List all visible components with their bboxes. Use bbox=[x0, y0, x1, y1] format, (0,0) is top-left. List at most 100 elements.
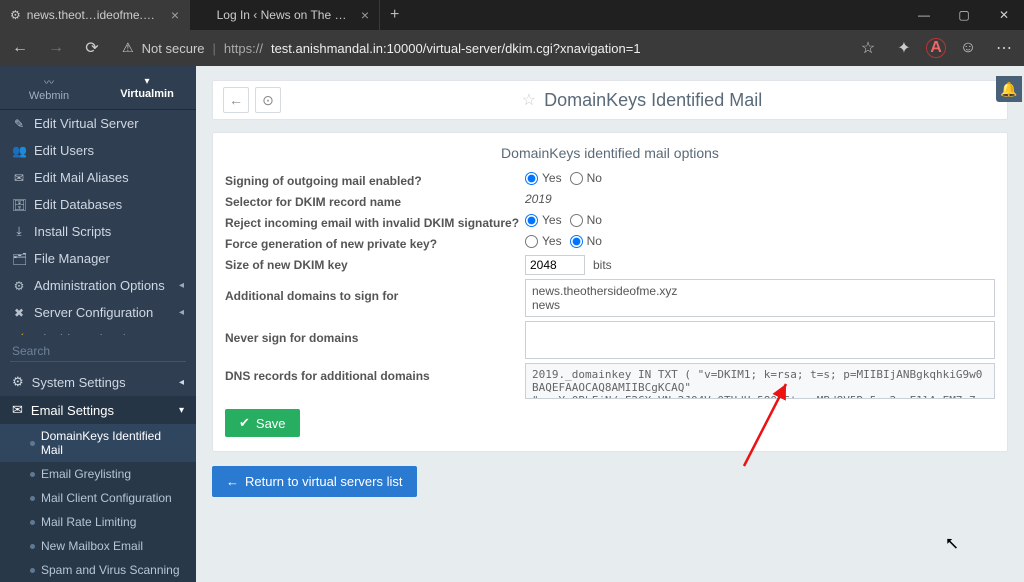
close-icon[interactable]: × bbox=[361, 7, 369, 23]
radio-yes[interactable]: Yes bbox=[525, 213, 562, 227]
chevron-down-icon: ▾ bbox=[144, 76, 149, 87]
bullet-icon bbox=[30, 520, 35, 525]
menu-icon: ⚡ bbox=[12, 333, 26, 336]
panel-heading: DomainKeys identified mail options bbox=[225, 145, 995, 161]
bullet-icon bbox=[30, 472, 35, 477]
tab-title: Log In ‹ News on The Othet Side bbox=[217, 8, 349, 22]
toolbar-help-button[interactable]: ⊙ bbox=[255, 87, 281, 113]
sidebar-item[interactable]: ✖Server Configuration◂ bbox=[0, 299, 196, 326]
save-button[interactable]: ✔ Save bbox=[225, 409, 300, 437]
sidebar-subitem[interactable]: Mail Rate Limiting bbox=[0, 510, 196, 534]
sidebar-subitem-label: Email Greylisting bbox=[41, 467, 131, 481]
sidebar-subitem-label: DomainKeys Identified Mail bbox=[41, 429, 184, 457]
more-icon[interactable]: ⋯ bbox=[990, 34, 1018, 62]
back-arrow-icon: ← bbox=[226, 474, 239, 489]
window-close[interactable]: ✕ bbox=[984, 0, 1024, 30]
sidebar-email-settings[interactable]: ✉ Email Settings ▾ bbox=[0, 396, 196, 424]
sidebar-subitem-label: New Mailbox Email bbox=[41, 539, 143, 553]
browser-tab[interactable]: ⚙ news.theot…ideofme.xyz - Doma × bbox=[0, 0, 190, 30]
toolbar-back-button[interactable]: ← bbox=[223, 87, 249, 113]
sidebar-tab-webmin[interactable]: 〰 Webmin bbox=[0, 66, 98, 109]
radio-yes[interactable]: Yes bbox=[525, 171, 562, 185]
chevron-left-icon: ◂ bbox=[179, 334, 184, 335]
sidebar: 〰 Webmin ▾ Virtualmin ✎Edit Virtual Serv… bbox=[0, 66, 196, 582]
sidebar-subitem-label: Mail Client Configuration bbox=[41, 491, 172, 505]
browser-tab[interactable]: Log In ‹ News on The Othet Side × bbox=[190, 0, 380, 30]
bullet-icon bbox=[30, 441, 35, 446]
url-scheme: https:// bbox=[224, 41, 263, 56]
window-minimize[interactable]: — bbox=[904, 0, 944, 30]
label-signing-enabled: Signing of outgoing mail enabled? bbox=[225, 171, 525, 188]
sidebar-item[interactable]: ✎Edit Virtual Server bbox=[0, 110, 196, 137]
sidebar-subitem[interactable]: Email Greylisting bbox=[0, 462, 196, 486]
gear-icon: ⚙ bbox=[12, 374, 24, 390]
sidebar-system-settings[interactable]: ⚙ System Settings ◂ bbox=[0, 368, 196, 396]
nav-forward[interactable]: → bbox=[42, 34, 70, 62]
sidebar-item[interactable]: ⤓Install Scripts bbox=[0, 218, 196, 245]
sidebar-item[interactable]: ⚙Administration Options◂ bbox=[0, 272, 196, 299]
sidebar-subitem[interactable]: New Mailbox Email bbox=[0, 534, 196, 558]
never-sign-textarea[interactable] bbox=[525, 321, 995, 359]
not-secure-label: Not secure bbox=[142, 41, 205, 56]
check-icon: ✔ bbox=[239, 415, 250, 431]
favicon-icon bbox=[200, 8, 211, 22]
sidebar-subitem-label: Spam and Virus Scanning bbox=[41, 563, 180, 577]
star-icon[interactable]: ☆ bbox=[854, 34, 882, 62]
feedback-icon[interactable]: ☺ bbox=[954, 34, 982, 62]
bullet-icon bbox=[30, 568, 35, 573]
star-icon[interactable]: ☆ bbox=[522, 90, 536, 110]
sidebar-item-label: Edit Mail Aliases bbox=[34, 170, 129, 185]
dns-records-box[interactable]: 2019._domainkey IN TXT ( "v=DKIM1; k=rsa… bbox=[525, 363, 995, 399]
selector-value: 2019 bbox=[525, 192, 552, 206]
sidebar-item-label: Server Configuration bbox=[34, 305, 153, 320]
main-content: ← ⊙ ☆ DomainKeys Identified Mail DomainK… bbox=[196, 66, 1024, 582]
sidebar-item-label: Edit Databases bbox=[34, 197, 122, 212]
label-additional-domains: Additional domains to sign for bbox=[225, 279, 525, 303]
sidebar-subitem[interactable]: Mail Client Configuration bbox=[0, 486, 196, 510]
chevron-left-icon: ◂ bbox=[179, 377, 184, 388]
label-selector: Selector for DKIM record name bbox=[225, 192, 525, 209]
tab-title: news.theot…ideofme.xyz - Doma bbox=[27, 8, 159, 22]
sidebar-subitem[interactable]: Spam and Virus Scanning bbox=[0, 558, 196, 582]
menu-icon: ✉ bbox=[12, 171, 26, 185]
key-size-unit: bits bbox=[593, 258, 612, 272]
warning-icon: ⚠ bbox=[122, 40, 134, 56]
close-icon[interactable]: × bbox=[171, 7, 179, 23]
nav-reload[interactable]: ⟳ bbox=[78, 34, 106, 62]
mail-icon: ✉ bbox=[12, 402, 23, 418]
radio-no[interactable]: No bbox=[570, 234, 602, 248]
ext-icon[interactable]: ✦ bbox=[890, 34, 918, 62]
sidebar-item[interactable]: 🗂File Manager bbox=[0, 245, 196, 272]
sidebar-search bbox=[0, 335, 196, 368]
radio-no[interactable]: No bbox=[570, 213, 602, 227]
sidebar-tab-virtualmin[interactable]: ▾ Virtualmin bbox=[98, 66, 196, 109]
return-button[interactable]: ← Return to virtual servers list bbox=[212, 466, 417, 497]
sidebar-item[interactable]: ✉ Edit Mail Aliases bbox=[0, 164, 196, 191]
label-force-new-key: Force generation of new private key? bbox=[225, 234, 525, 251]
bullet-icon bbox=[30, 496, 35, 501]
sidebar-item[interactable]: 🗄Edit Databases bbox=[0, 191, 196, 218]
nav-back[interactable]: ← bbox=[6, 34, 34, 62]
additional-domains-textarea[interactable]: news.theothersideofme.xyz news bbox=[525, 279, 995, 317]
sidebar-item-label: Administration Options bbox=[34, 278, 165, 293]
address-bar[interactable]: ⚠ Not secure | https://test.anishmandal.… bbox=[114, 40, 846, 56]
search-input[interactable] bbox=[10, 341, 186, 362]
url-text: test.anishmandal.in:10000/virtual-server… bbox=[271, 41, 641, 56]
radio-no[interactable]: No bbox=[570, 171, 602, 185]
window-maximize[interactable]: ▢ bbox=[944, 0, 984, 30]
menu-icon: ⤓ bbox=[12, 224, 26, 239]
menu-icon: ✖ bbox=[12, 306, 26, 320]
sidebar-item-label: Edit Virtual Server bbox=[34, 116, 139, 131]
bell-icon[interactable]: 🔔 bbox=[996, 76, 1022, 102]
menu-icon: ⚙ bbox=[12, 279, 26, 293]
key-size-input[interactable] bbox=[525, 255, 585, 275]
sidebar-subitem[interactable]: DomainKeys Identified Mail bbox=[0, 424, 196, 462]
sidebar-item[interactable]: ⚡Disable and Delete◂ bbox=[0, 326, 196, 335]
label-reject-invalid: Reject incoming email with invalid DKIM … bbox=[225, 213, 525, 230]
newtab-button[interactable]: + bbox=[380, 6, 409, 24]
radio-yes[interactable]: Yes bbox=[525, 234, 562, 248]
favicon-icon: ⚙ bbox=[10, 8, 21, 22]
profile-icon[interactable]: A bbox=[926, 38, 946, 58]
sidebar-subitem-label: Mail Rate Limiting bbox=[41, 515, 136, 529]
sidebar-item[interactable]: 👥Edit Users bbox=[0, 137, 196, 164]
